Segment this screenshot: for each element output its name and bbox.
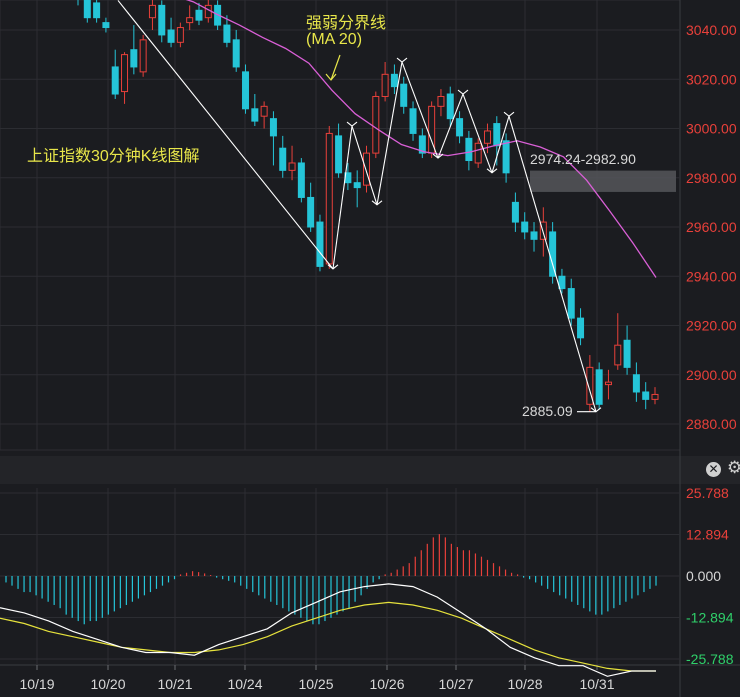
xtick-label: 10/19 [19,676,54,692]
candle-body [316,221,324,267]
candle-body [483,130,491,144]
candle-body [372,95,380,154]
ma-label-2: (MA 20) [306,31,363,48]
candle-body [260,105,268,117]
panel-divider [0,456,740,484]
sub-ytick-label: -12.894 [686,610,734,626]
candle-body [409,108,417,134]
candle-body [232,39,240,68]
xtick-label: 10/25 [298,676,333,692]
candle-body [121,54,129,93]
arrowhead [396,57,408,63]
xtick-label: 10/20 [90,676,125,692]
candle-body [390,73,398,88]
candle-body [325,132,333,265]
candle-body [251,108,259,122]
resistance-zone-label: 2974.24-2982.90 [530,151,636,167]
xtick-label: 10/26 [369,676,404,692]
xtick-label: 10/21 [157,676,192,692]
candle-body [623,339,631,368]
candle-body [614,344,622,366]
candle-body [102,22,110,29]
candle-body [139,39,147,73]
candle-body [632,374,640,393]
candle-body [567,288,575,319]
xtick-label: 10/24 [227,676,262,692]
chart-stage: 3040.00 3020.00 3000.00 2980.00 2960.00 2940.… [0,0,740,697]
candle-body [381,73,389,97]
arrowhead [503,111,515,117]
gear-icon[interactable]: ⚙ [727,459,740,477]
main-ytick-label: 2920.00 [686,318,737,334]
candle-body [176,27,184,43]
main-panel-frame [0,0,681,451]
candle-body [437,95,445,107]
main-ytick-label: 3020.00 [686,71,737,87]
arrowhead [346,121,358,127]
macd-dif-line [0,583,656,677]
candle-body [279,147,287,171]
candle-body [148,4,156,19]
candle-body [130,49,138,68]
sub-ytick-label: 12.894 [686,527,729,543]
main-ytick-label: 2960.00 [686,219,737,235]
main-ytick-label: 3000.00 [686,121,737,137]
close-icon[interactable]: ✕ [706,462,721,477]
chart-title: 上证指数30分钟K线图解 [27,148,200,165]
sub-ytick-label: 0.000 [686,568,721,584]
candle-body [167,29,175,43]
candle-body [288,162,296,171]
main-ytick-label: 2980.00 [686,170,737,186]
candle-body [502,140,510,174]
candle-body [595,369,603,405]
candle-body [642,391,650,400]
ma-label-arrow [330,54,341,81]
main-ytick-label: 3040.00 [686,22,737,38]
candle-body [558,275,566,290]
candle-body [269,118,277,137]
arrowhead [590,407,602,413]
sub-ytick-label: 25.788 [686,485,729,501]
arrowhead [457,89,469,95]
candle-body [521,221,529,233]
xtick-label: 10/28 [507,676,542,692]
chart-svg: 3040.00 3020.00 3000.00 2980.00 2960.00 2940.… [0,0,740,697]
candle-body [511,201,519,223]
candle-body [456,118,464,137]
low-label: 2885.09 [522,403,573,419]
candle-body [530,231,538,240]
candle-body [604,381,612,386]
candle-body [474,142,482,164]
candle-body [111,66,119,95]
candle-body [195,9,203,21]
sub-ytick-label: -25.788 [686,651,734,667]
candle-body [307,196,315,228]
arrowhead [486,168,498,174]
candle-body [158,4,166,36]
candle-body [242,71,250,110]
trend-annotation-line [376,61,403,205]
macd-dea-line [0,601,656,672]
candle-body [353,182,361,189]
candle-body [577,317,585,339]
candle-body [186,17,194,24]
candle-body [363,152,370,186]
ma-label-1: 强弱分界线 [306,15,387,32]
candle-body [335,135,343,174]
candle-body [93,2,101,19]
candle-body [465,137,473,162]
main-ytick-label: 2940.00 [686,268,737,284]
candle-body [651,393,659,400]
xtick-label: 10/31 [579,676,614,692]
candle-body [493,123,501,147]
main-ytick-label: 2880.00 [686,416,737,432]
candle-body [446,93,454,120]
candle-body [83,0,91,19]
xtick-label: 10/27 [438,676,473,692]
main-ytick-label: 2900.00 [686,367,737,383]
candle-body [297,162,305,198]
resistance-zone [530,170,676,192]
candle-body [223,24,231,43]
candle-body [400,83,408,107]
